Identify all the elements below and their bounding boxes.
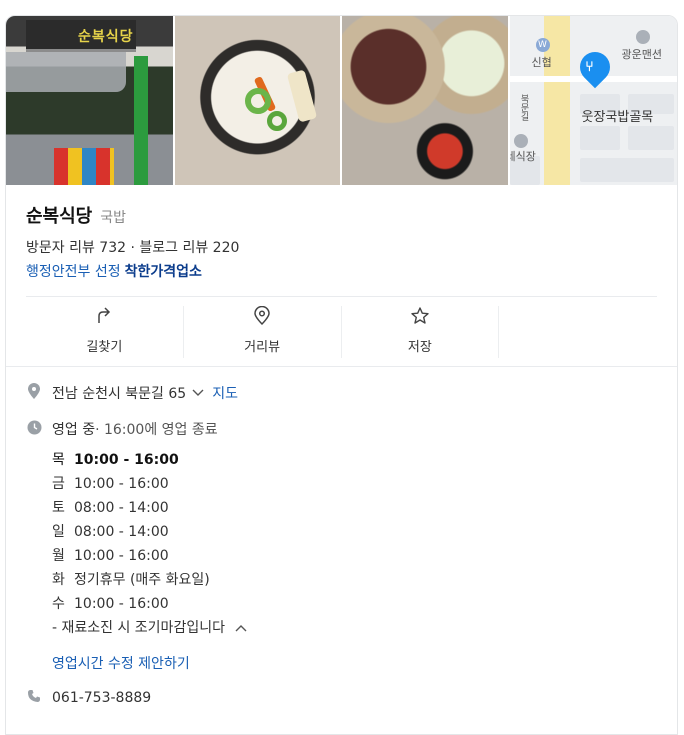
hours-row: 화 정기휴무 (매주 화요일) <box>52 568 247 592</box>
directions-icon <box>94 306 114 330</box>
location-pin-icon <box>26 383 42 403</box>
clock-icon <box>26 420 42 439</box>
photo-side-dishes[interactable] <box>342 16 508 185</box>
hours-note: - 재료소진 시 조기마감입니다 <box>52 620 225 636</box>
hours-time: 08:00 - 14:00 <box>74 500 169 516</box>
directions-label: 길찾기 <box>86 340 123 355</box>
hours-day: 토 <box>52 500 65 516</box>
hours-time: 10:00 - 16:00 <box>74 476 169 492</box>
star-icon <box>410 306 430 330</box>
street-view-label: 거리뷰 <box>244 340 281 355</box>
badge-prefix: 행정안전부 선정 <box>26 264 121 280</box>
hours-day: 화 <box>52 572 65 588</box>
street-view-button[interactable]: 거리뷰 <box>184 305 342 358</box>
divider <box>26 296 657 297</box>
map-block <box>627 126 674 150</box>
map-block <box>579 158 674 182</box>
bottle-crates <box>54 148 114 185</box>
divider <box>6 366 677 367</box>
green-post <box>134 56 148 185</box>
phone-number: 061-753-8889 <box>52 690 152 706</box>
store-sign-text: 순복식당 <box>78 29 134 45</box>
map-label-station: 신협 <box>531 56 552 69</box>
hours-row: 월 10:00 - 16:00 <box>52 544 247 568</box>
title-row: 순복식당 국밥 <box>26 202 126 228</box>
address-row: 전남 순천시 북문길 65 지도 <box>26 383 238 403</box>
photo-strip: 순복식당 W 신협 광운맨션 웃장국밥골목 <box>6 16 677 185</box>
hours-time: 10:00 - 16:00 <box>74 452 179 468</box>
map-label-road: 북문길 <box>518 94 529 121</box>
map-thumbnail[interactable]: W 신협 광운맨션 웃장국밥골목 레식장 북문길 <box>509 16 677 185</box>
awning <box>6 52 126 92</box>
store-sign: 순복식당 <box>26 20 136 52</box>
hours-day: 금 <box>52 476 65 492</box>
map-label-building: 광운맨션 <box>621 48 662 61</box>
phone-icon <box>26 689 42 707</box>
hours-note-row[interactable]: - 재료소진 시 조기마감입니다 <box>52 616 247 640</box>
hours-row: 수 10:00 - 16:00 <box>52 592 247 616</box>
metro-icon: W <box>535 38 550 52</box>
green-onion <box>244 88 271 114</box>
hours-list: 목 10:00 - 16:00 금 10:00 - 16:00 토 08:00 … <box>52 448 247 640</box>
hours-row: 토 08:00 - 14:00 <box>52 496 247 520</box>
place-name[interactable]: 순복식당 <box>26 202 92 228</box>
action-empty-slot <box>499 306 657 358</box>
hours-time: 정기휴무 (매주 화요일) <box>74 572 210 588</box>
tofu-slice <box>286 69 317 123</box>
hours-row: 일 08:00 - 14:00 <box>52 520 247 544</box>
suggest-hours-link[interactable]: 영업시간 수정 제안하기 <box>52 653 190 673</box>
hours-time: 08:00 - 14:00 <box>74 524 169 540</box>
hours-day: 수 <box>52 596 65 612</box>
hours-time: 10:00 - 16:00 <box>74 596 169 612</box>
save-button[interactable]: 저장 <box>342 306 500 358</box>
address-text: 전남 순천시 북문길 65 <box>52 386 187 402</box>
save-label: 저장 <box>407 340 432 355</box>
review-counts[interactable]: 방문자 리뷰 732 · 블로그 리뷰 220 <box>26 237 239 257</box>
good-price-badge[interactable]: 행정안전부 선정 착한가격업소 <box>26 261 202 281</box>
poi-icon <box>513 134 528 148</box>
map-link[interactable]: 지도 <box>212 383 238 403</box>
hours-day: 월 <box>52 548 65 564</box>
directions-button[interactable]: 길찾기 <box>26 306 184 358</box>
action-bar: 길찾기 거리뷰 저장 <box>26 305 657 358</box>
map-label-place: 웃장국밥골목 <box>581 110 654 125</box>
hours-row: 금 10:00 - 16:00 <box>52 472 247 496</box>
badge-label: 착한가격업소 <box>124 264 202 280</box>
hours-day: 목 <box>52 452 65 468</box>
chevron-down-icon[interactable] <box>192 386 204 400</box>
green-onion <box>266 111 287 131</box>
photo-gukbap[interactable] <box>174 16 340 185</box>
map-label-partial: 레식장 <box>510 150 536 163</box>
phone-row[interactable]: 061-753-8889 <box>26 689 151 707</box>
street-view-icon <box>252 305 272 330</box>
hours-day: 일 <box>52 524 65 540</box>
place-card: 순복식당 W 신협 광운맨션 웃장국밥골목 <box>5 15 678 735</box>
chevron-up-icon[interactable] <box>235 621 247 635</box>
place-category: 국밥 <box>100 210 127 226</box>
photo-storefront[interactable]: 순복식당 <box>6 16 173 185</box>
map-block <box>579 126 620 150</box>
building-icon <box>635 30 650 44</box>
hours-time: 10:00 - 16:00 <box>74 548 169 564</box>
hours-row-today: 목 10:00 - 16:00 <box>52 448 247 472</box>
business-status-row[interactable]: 영업 중 · 16:00에 영업 종료 <box>26 419 218 439</box>
status-detail: · 16:00에 영업 종료 <box>95 422 218 438</box>
status-state: 영업 중 <box>52 422 96 438</box>
